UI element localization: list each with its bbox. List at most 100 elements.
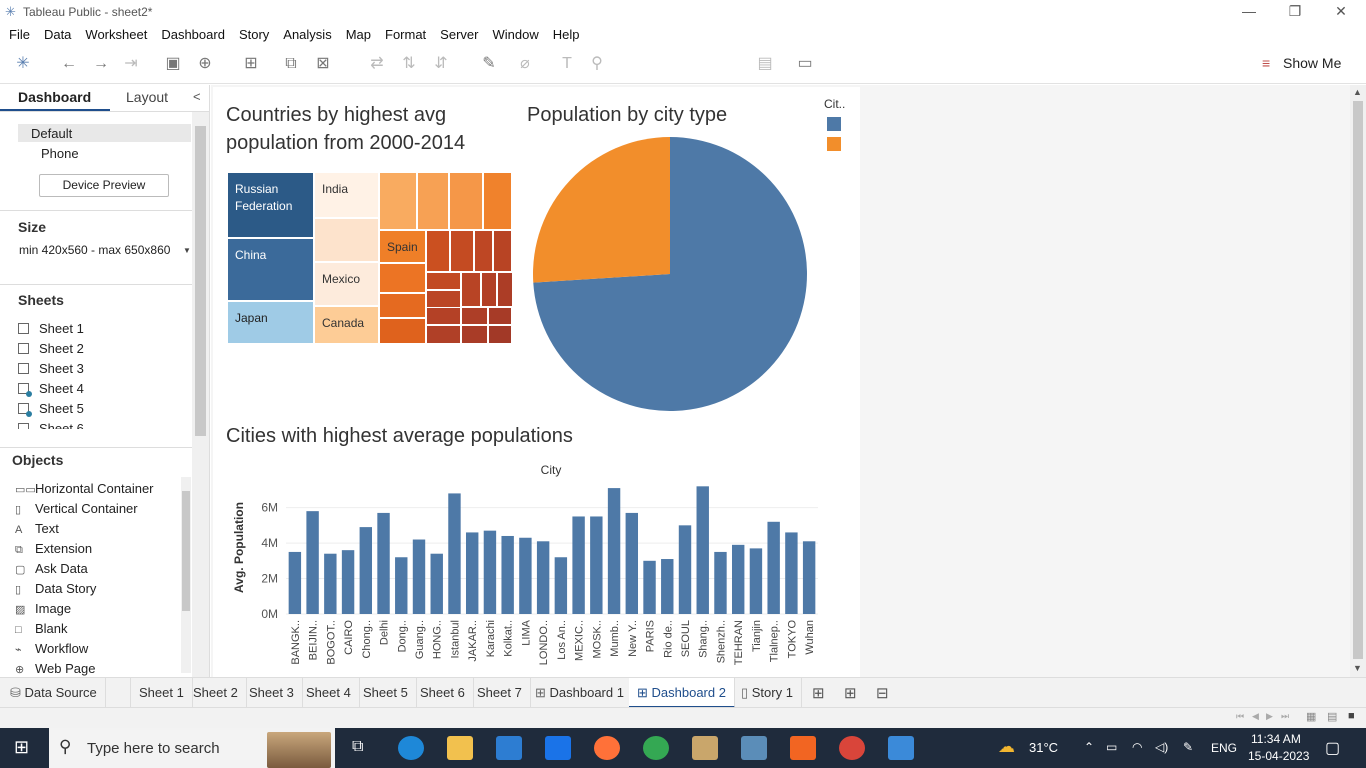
menu-map[interactable]: Map	[339, 25, 378, 45]
mail-icon[interactable]	[545, 736, 571, 760]
sheet-item-5[interactable]: Sheet 5	[18, 401, 188, 421]
notifications-icon[interactable]: ▢	[1325, 738, 1340, 758]
menu-window[interactable]: Window	[485, 25, 545, 45]
menu-story[interactable]: Story	[232, 25, 276, 45]
object-workflow[interactable]: ⌁ Workflow	[15, 641, 180, 661]
wifi-icon[interactable]: ◠	[1132, 740, 1142, 754]
bar-wuhan[interactable]	[802, 541, 816, 614]
close-button[interactable]: ✕	[1318, 0, 1364, 24]
left-panel-scrollbar[interactable]	[192, 112, 209, 677]
treemap-china[interactable]: China	[227, 238, 314, 301]
bar-kolkat[interactable]	[501, 535, 514, 614]
bar-mumb[interactable]	[607, 488, 621, 614]
clock-time[interactable]: 11:34 AM	[1251, 732, 1301, 746]
new-worksheet-icon[interactable]: ⊞	[240, 53, 262, 75]
sheet-item-1[interactable]: Sheet 1	[18, 321, 188, 341]
menu-file[interactable]: File	[2, 25, 37, 45]
cards-icon[interactable]: ▤	[754, 53, 776, 75]
task-view-icon[interactable]: ⧉	[352, 738, 363, 756]
treemap-cell[interactable]	[493, 230, 512, 272]
tab-sheet-5[interactable]: Sheet 5	[355, 678, 417, 708]
new-dashboard-icon[interactable]: ⊞	[844, 684, 857, 702]
tableau-taskbar-icon[interactable]	[741, 736, 767, 760]
duplicate-sheet-icon[interactable]: ⧉	[280, 53, 302, 75]
file-explorer-icon[interactable]	[447, 736, 473, 760]
treemap-cell[interactable]	[474, 230, 493, 272]
menu-server[interactable]: Server	[433, 25, 485, 45]
treemap-canada[interactable]: Canada	[314, 306, 379, 344]
bar-shenzh[interactable]	[714, 551, 727, 614]
chevron-down-icon[interactable]: ▼	[183, 246, 191, 255]
sublime-icon[interactable]	[790, 736, 816, 760]
treemap-cell[interactable]	[488, 325, 512, 344]
bar-tianjin[interactable]	[749, 548, 763, 614]
tray-chevron-icon[interactable]: ⌃	[1084, 740, 1094, 754]
treemap-cell[interactable]	[461, 325, 488, 344]
size-dropdown[interactable]: min 420x560 - max 650x860	[19, 243, 170, 257]
filmstrip-view-icon[interactable]: ▤	[1327, 710, 1337, 723]
new-worksheet-icon[interactable]: ⊞	[812, 684, 825, 702]
collapse-panel-icon[interactable]: <	[193, 89, 201, 104]
treemap-cell[interactable]	[426, 307, 461, 325]
language-indicator[interactable]: ENG	[1211, 741, 1237, 755]
treemap-cell[interactable]	[483, 172, 512, 230]
sheet-item-3[interactable]: Sheet 3	[18, 361, 188, 381]
tab-story-1[interactable]: ▯ Story 1	[733, 678, 802, 708]
object-blank[interactable]: □ Blank	[15, 621, 180, 641]
clock-date[interactable]: 15-04-2023	[1248, 749, 1309, 763]
pen-icon[interactable]: ✎	[1183, 740, 1193, 754]
treemap-cell[interactable]	[417, 172, 449, 230]
tab-dashboard-2[interactable]: ⊞ Dashboard 2	[629, 678, 735, 708]
new-story-icon[interactable]: ⊟	[876, 684, 889, 702]
treemap-cell[interactable]	[379, 293, 426, 318]
taskbar-search[interactable]: ⚲ Type here to search	[49, 728, 335, 768]
treemap-japan[interactable]: Japan	[227, 301, 314, 344]
treemap-cell[interactable]	[426, 230, 450, 272]
nav-prev-icon[interactable]: ◀	[1252, 711, 1259, 722]
sheet-item-6[interactable]: Sheet 6	[18, 421, 188, 429]
tab-sheet-1[interactable]: Sheet 1	[130, 678, 193, 708]
bar-tlalnep[interactable]	[767, 521, 780, 614]
pie-chart[interactable]	[531, 137, 809, 412]
grid-view-icon[interactable]: ▦	[1306, 710, 1316, 723]
device-preview-button[interactable]: Device Preview	[39, 174, 169, 197]
menu-worksheet[interactable]: Worksheet	[78, 25, 154, 45]
bar-lima[interactable]	[519, 537, 532, 614]
edge-icon[interactable]	[398, 736, 424, 760]
bar-paris[interactable]	[643, 560, 656, 614]
treemap-cell[interactable]	[450, 230, 474, 272]
tabs-view-icon[interactable]: ■	[1348, 710, 1355, 722]
object-data-story[interactable]: ▯ Data Story	[15, 581, 180, 601]
show-me-button[interactable]: Show Me	[1283, 55, 1341, 71]
bar-delhi[interactable]	[377, 512, 390, 614]
minimize-button[interactable]: —	[1226, 0, 1272, 24]
tab-sheet-3[interactable]: Sheet 3	[241, 678, 303, 708]
treemap-cell[interactable]	[481, 272, 497, 307]
object-image[interactable]: ▨ Image	[15, 601, 180, 621]
treemap-cell[interactable]	[379, 172, 417, 230]
sort-asc-icon[interactable]: ⇅	[398, 53, 420, 75]
object-text[interactable]: A Text	[15, 521, 180, 541]
bar-beijin[interactable]	[306, 511, 319, 614]
bar-istanbul[interactable]	[448, 493, 461, 614]
presentation-icon[interactable]: ▭	[794, 53, 816, 75]
treemap-spain[interactable]: Spain	[379, 230, 426, 263]
bar-londo[interactable]	[536, 541, 550, 614]
treemap-cell[interactable]	[379, 318, 426, 344]
treemap-cell[interactable]	[426, 272, 461, 290]
swap-icon[interactable]: ⇄	[366, 53, 388, 75]
nav-next-icon[interactable]: ▶	[1266, 711, 1273, 722]
bar-bangk[interactable]	[288, 551, 302, 614]
chrome-icon[interactable]	[643, 736, 669, 760]
bar-riode[interactable]	[661, 559, 674, 614]
pie-slice-2[interactable]	[533, 137, 670, 283]
replay-icon[interactable]: ⇥	[120, 53, 142, 75]
bar-chart[interactable]: City Avg. Population 0M 2M 4M 6M BANGK.. BEIJIN…	[228, 459, 828, 669]
object-extension[interactable]: ⧉ Extension	[15, 541, 180, 561]
tab-data-source[interactable]: ⛁ Data Source	[0, 678, 106, 708]
tab-sheet-4[interactable]: Sheet 4	[298, 678, 360, 708]
group-icon[interactable]: ⌀	[514, 53, 536, 75]
treemap-cell[interactable]	[488, 307, 512, 325]
treemap-india[interactable]: India	[314, 172, 379, 218]
tab-dashboard[interactable]: Dashboard	[18, 89, 91, 105]
